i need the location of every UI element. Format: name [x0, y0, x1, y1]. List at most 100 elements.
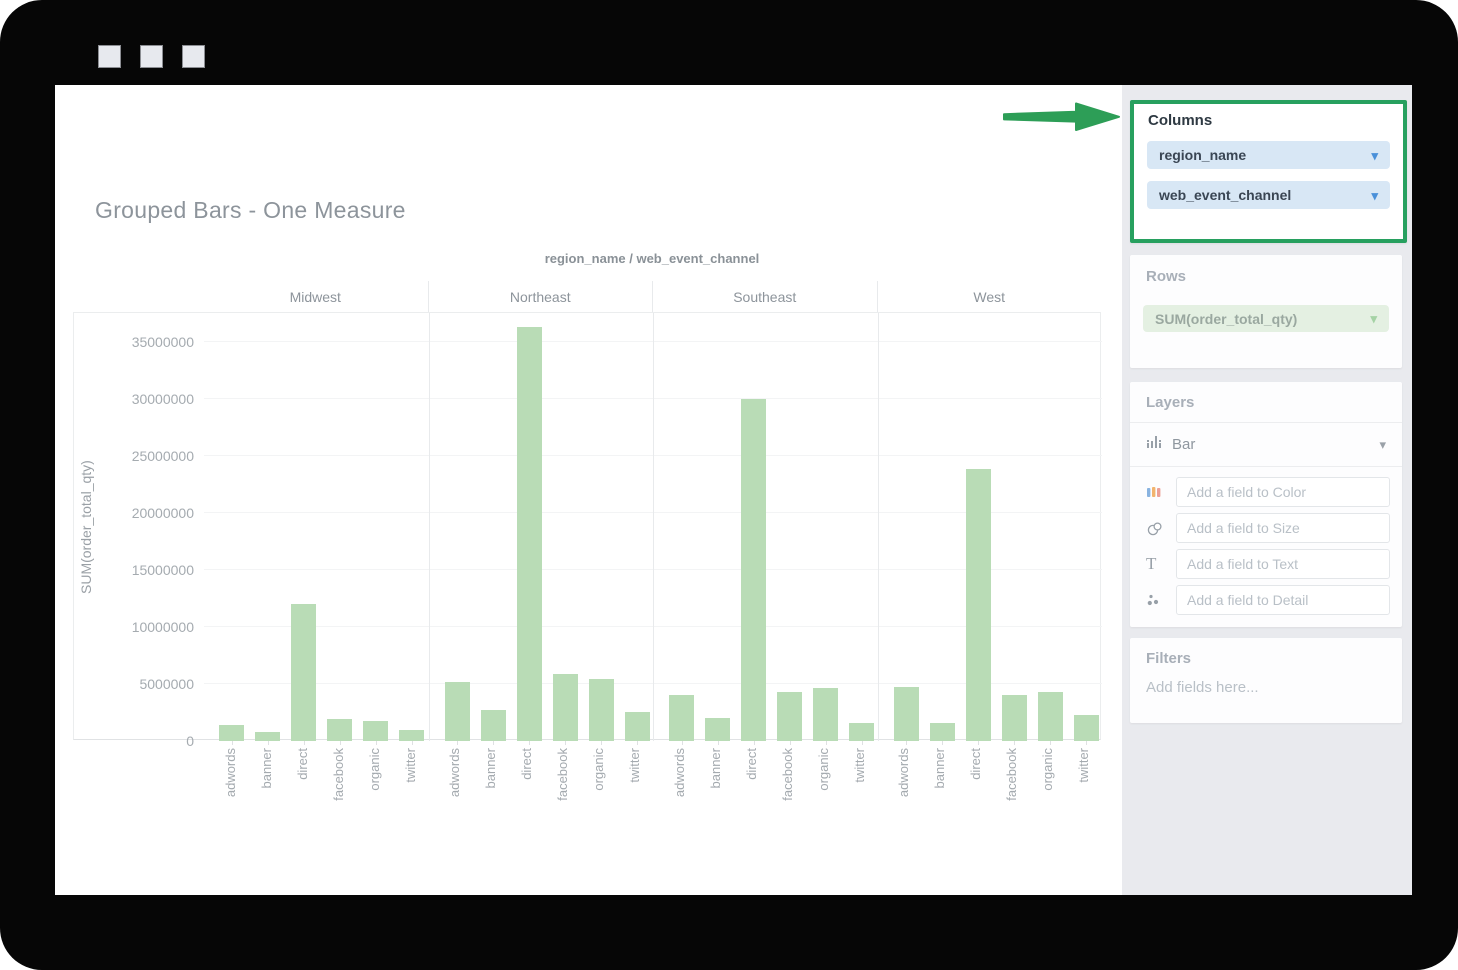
color-slot-row: [1146, 477, 1390, 507]
bar-northeast-twitter[interactable]: [625, 712, 650, 741]
x-tick-label: adwords: [896, 748, 912, 797]
bar-west-adwords[interactable]: [894, 687, 919, 741]
bar-northeast-facebook[interactable]: [553, 674, 578, 741]
bar-midwest-facebook[interactable]: [327, 719, 352, 741]
size-circles-icon: [1146, 519, 1168, 537]
bar-southeast-organic[interactable]: [813, 688, 838, 741]
field-pill-label: SUM(order_total_qty): [1155, 311, 1297, 327]
x-tick-label: adwords: [447, 748, 463, 797]
field-pill-label: region_name: [1159, 147, 1246, 163]
layer-row-bar[interactable]: Bar ▾: [1130, 423, 1402, 467]
x-tick-mark: [340, 741, 341, 745]
x-tick-label: direct: [744, 748, 760, 780]
chevron-down-icon[interactable]: ▾: [1370, 312, 1377, 325]
bar-northeast-banner[interactable]: [481, 710, 506, 741]
filters-placeholder[interactable]: Add fields here...: [1146, 679, 1386, 696]
facet-header-southeast: Southeast: [652, 281, 877, 312]
detail-dots-icon: [1146, 592, 1168, 608]
color-bars-icon: [1146, 484, 1168, 500]
screenshot-stage: Grouped Bars - One Measure region_name /…: [0, 0, 1458, 970]
bar-midwest-organic[interactable]: [363, 721, 388, 741]
facet-headers: MidwestNortheastSoutheastWest: [203, 281, 1101, 312]
bar-midwest-banner[interactable]: [255, 732, 280, 741]
layers-panel-title: Layers: [1146, 394, 1194, 411]
bar-northeast-organic[interactable]: [589, 679, 614, 741]
window-control-icon[interactable]: [140, 45, 163, 68]
bar-west-banner[interactable]: [930, 723, 955, 741]
x-tick-mark: [718, 741, 719, 745]
x-tick-mark: [412, 741, 413, 745]
x-tick-label: banner: [932, 748, 948, 788]
x-tick-label: organic: [816, 748, 832, 791]
bar-west-organic[interactable]: [1038, 692, 1063, 741]
x-tick-mark: [1086, 741, 1087, 745]
x-tick-mark: [906, 741, 907, 745]
config-sidebar: Columns region_name ▾ web_event_channel …: [1122, 85, 1412, 895]
field-pill-web-event-channel[interactable]: web_event_channel ▾: [1147, 181, 1390, 209]
bar-midwest-direct[interactable]: [291, 604, 316, 741]
bar-southeast-facebook[interactable]: [777, 692, 802, 741]
x-tick-label: facebook: [555, 748, 571, 801]
bar-midwest-adwords[interactable]: [219, 725, 244, 741]
x-tick-mark: [790, 741, 791, 745]
field-pill-region-name[interactable]: region_name ▾: [1147, 141, 1390, 169]
right-arrow-icon: [1002, 101, 1122, 133]
y-tick-label: 5000000: [104, 676, 194, 692]
x-tick-mark: [754, 741, 755, 745]
y-tick-label: 10000000: [104, 619, 194, 635]
y-tick-label: 30000000: [104, 391, 194, 407]
facet-header-west: West: [877, 281, 1102, 312]
bar-southeast-twitter[interactable]: [849, 723, 874, 741]
x-tick-label: direct: [968, 748, 984, 780]
x-tick-label: banner: [483, 748, 499, 788]
text-icon: T: [1146, 554, 1168, 574]
bar-west-twitter[interactable]: [1074, 715, 1099, 741]
field-pill-sum-order-total-qty[interactable]: SUM(order_total_qty) ▾: [1143, 305, 1389, 332]
x-tick-mark: [862, 741, 863, 745]
size-field-input[interactable]: [1176, 513, 1390, 543]
window-control-icon[interactable]: [98, 45, 121, 68]
size-slot-row: [1146, 513, 1390, 543]
detail-field-input[interactable]: [1176, 585, 1390, 615]
facet-west: [878, 313, 1103, 741]
x-tick-mark: [529, 741, 530, 745]
x-tick-mark: [637, 741, 638, 745]
x-tick-mark: [601, 741, 602, 745]
facet-header-midwest: Midwest: [203, 281, 428, 312]
bar-southeast-direct[interactable]: [741, 399, 766, 741]
facet-midwest: [204, 313, 429, 741]
x-tick-label: twitter: [852, 748, 868, 783]
facet-axis-title: region_name / web_event_channel: [203, 251, 1101, 266]
x-tick-mark: [565, 741, 566, 745]
chevron-down-icon[interactable]: ▾: [1371, 189, 1378, 202]
bar-southeast-adwords[interactable]: [669, 695, 694, 741]
bar-northeast-direct[interactable]: [517, 327, 542, 741]
bar-west-direct[interactable]: [966, 469, 991, 741]
bar-southeast-banner[interactable]: [705, 718, 730, 741]
layers-panel: Layers Bar ▾: [1130, 382, 1402, 627]
x-tick-label: twitter: [627, 748, 643, 783]
y-axis-label: SUM(order_total_qty): [78, 313, 94, 741]
rows-panel: Rows SUM(order_total_qty) ▾: [1130, 255, 1402, 368]
x-tick-label: facebook: [1004, 748, 1020, 801]
x-tick-label: organic: [1040, 748, 1056, 791]
x-tick-label: direct: [519, 748, 535, 780]
chart-box: SUM(order_total_qty) 0500000010000000150…: [73, 312, 1101, 740]
bar-west-facebook[interactable]: [1002, 695, 1027, 741]
bar-northeast-adwords[interactable]: [445, 682, 470, 741]
detail-slot-row: [1146, 585, 1390, 615]
filters-panel-title: Filters: [1146, 650, 1386, 667]
bar-chart-icon: [1146, 434, 1162, 455]
facet-header-northeast: Northeast: [428, 281, 653, 312]
field-pill-label: web_event_channel: [1159, 187, 1291, 203]
x-tick-label: banner: [259, 748, 275, 788]
chevron-down-icon[interactable]: ▾: [1379, 437, 1386, 453]
window-control-icon[interactable]: [182, 45, 205, 68]
chevron-down-icon[interactable]: ▾: [1371, 149, 1378, 162]
text-field-input[interactable]: [1176, 549, 1390, 579]
x-tick-mark: [493, 741, 494, 745]
x-tick-mark: [268, 741, 269, 745]
chart-area: Grouped Bars - One Measure region_name /…: [55, 85, 1122, 895]
color-field-input[interactable]: [1176, 477, 1390, 507]
bar-midwest-twitter[interactable]: [399, 730, 424, 741]
